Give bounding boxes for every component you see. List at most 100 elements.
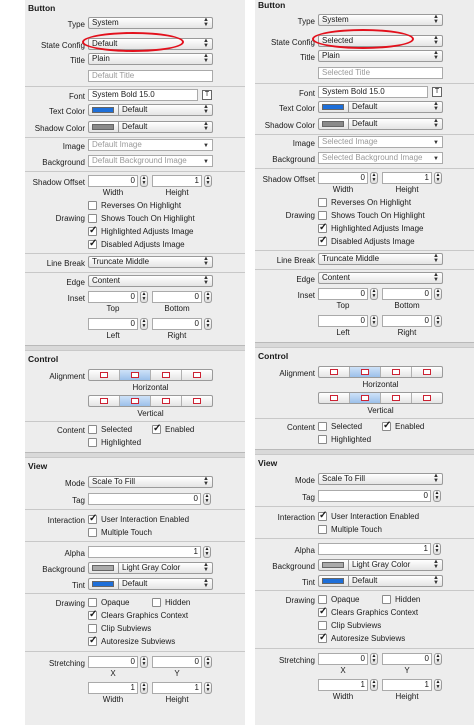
inset-left-field[interactable]: 0 — [88, 318, 138, 330]
shows-touch-on-highlight-checkbox[interactable] — [318, 211, 327, 220]
inset-right-field-stepper[interactable]: ▲ ▼ — [204, 318, 212, 330]
vertical-alignment-segmented-option[interactable] — [319, 393, 350, 403]
image-combo[interactable]: Selected Image ▼ — [318, 136, 443, 148]
stretch-x-field[interactable]: 0 — [88, 656, 138, 668]
edge-popup[interactable]: Content ▲ ▼ — [318, 272, 443, 284]
multiple-touch-checkbox[interactable] — [318, 525, 327, 534]
tint-popup[interactable]: Default ▲ ▼ — [318, 575, 443, 587]
hidden-checkbox[interactable] — [382, 595, 391, 604]
text-color-popup[interactable]: Default ▲ ▼ — [318, 101, 443, 113]
background-combo[interactable]: Selected Background Image ▼ — [318, 152, 443, 164]
vertical-alignment-segmented[interactable] — [88, 395, 213, 407]
stretch-width-field-stepper[interactable]: ▲ ▼ — [370, 679, 378, 691]
selected-checkbox[interactable] — [88, 425, 97, 434]
view-background-popup[interactable]: Light Gray Color ▲ ▼ — [318, 559, 443, 571]
mode-popup[interactable]: Scale To Fill ▲ ▼ — [318, 473, 443, 485]
tag-field[interactable]: 0 — [88, 493, 201, 505]
highlighted-checkbox[interactable] — [318, 435, 327, 444]
font-picker-icon[interactable]: T — [202, 90, 212, 100]
inset-top-field-stepper[interactable]: ▲ ▼ — [370, 288, 378, 300]
disabled-adjusts-image-checkbox[interactable] — [88, 238, 97, 249]
horizontal-alignment-segmented-option[interactable] — [89, 370, 120, 380]
vertical-alignment-segmented-option[interactable] — [381, 393, 412, 403]
alpha-field[interactable]: 1 — [318, 543, 431, 555]
title-popup[interactable]: Plain ▲ ▼ — [88, 53, 213, 65]
shadow-color-popup[interactable]: Default ▲ ▼ — [318, 118, 443, 130]
line-break-popup[interactable]: Truncate Middle ▲ ▼ — [88, 256, 213, 268]
shadow-width-field-stepper[interactable]: ▲ ▼ — [140, 175, 148, 187]
stretch-width-field[interactable]: 1 — [88, 682, 138, 694]
stretch-width-field[interactable]: 1 — [318, 679, 368, 691]
shadow-height-field-stepper[interactable]: ▲ ▼ — [434, 172, 442, 184]
highlighted-adjusts-image-checkbox[interactable] — [318, 222, 327, 233]
horizontal-alignment-segmented[interactable] — [88, 369, 213, 381]
stretch-height-field[interactable]: 1 — [152, 682, 202, 694]
font-picker-icon[interactable]: T — [432, 87, 442, 97]
horizontal-alignment-segmented[interactable] — [318, 366, 443, 378]
user-interaction-enabled-checkbox[interactable] — [318, 510, 327, 521]
view-background-popup[interactable]: Light Gray Color ▲ ▼ — [88, 562, 213, 574]
enabled-checkbox[interactable] — [152, 423, 161, 434]
stretch-x-field-stepper[interactable]: ▲ ▼ — [370, 653, 378, 665]
highlighted-adjusts-image-checkbox[interactable] — [88, 225, 97, 236]
vertical-alignment-segmented[interactable] — [318, 392, 443, 404]
stretch-height-field-stepper[interactable]: ▲ ▼ — [434, 679, 442, 691]
inset-right-field[interactable]: 0 — [152, 318, 202, 330]
opaque-checkbox[interactable] — [88, 598, 97, 607]
alpha-field-stepper[interactable]: ▲ ▼ — [203, 546, 211, 558]
text-color-popup[interactable]: Default ▲ ▼ — [88, 104, 213, 116]
stretch-x-field-stepper[interactable]: ▲ ▼ — [140, 656, 148, 668]
title-popup[interactable]: Plain ▲ ▼ — [318, 50, 443, 62]
inset-top-field[interactable]: 0 — [88, 291, 138, 303]
shows-touch-on-highlight-checkbox[interactable] — [88, 214, 97, 223]
inset-bottom-field[interactable]: 0 — [382, 288, 432, 300]
type-popup[interactable]: System ▲ ▼ — [88, 17, 213, 29]
stretch-y-field[interactable]: 0 — [152, 656, 202, 668]
edge-popup[interactable]: Content ▲ ▼ — [88, 275, 213, 287]
vertical-alignment-segmented-option[interactable] — [412, 393, 442, 403]
inset-left-field-stepper[interactable]: ▲ ▼ — [370, 315, 378, 327]
stretch-width-field-stepper[interactable]: ▲ ▼ — [140, 682, 148, 694]
tag-field-stepper[interactable]: ▲ ▼ — [433, 490, 441, 502]
reverses-on-highlight-checkbox[interactable] — [318, 198, 327, 207]
shadow-height-field-stepper[interactable]: ▲ ▼ — [204, 175, 212, 187]
enabled-checkbox[interactable] — [382, 420, 391, 431]
horizontal-alignment-segmented-option[interactable] — [412, 367, 442, 377]
selected-checkbox[interactable] — [318, 422, 327, 431]
inset-bottom-field-stepper[interactable]: ▲ ▼ — [434, 288, 442, 300]
stretch-height-field[interactable]: 1 — [382, 679, 432, 691]
stretch-y-field[interactable]: 0 — [382, 653, 432, 665]
image-combo[interactable]: Default Image ▼ — [88, 139, 213, 151]
vertical-alignment-segmented-option[interactable] — [89, 396, 120, 406]
inset-bottom-field[interactable]: 0 — [152, 291, 202, 303]
shadow-width-field-stepper[interactable]: ▲ ▼ — [370, 172, 378, 184]
horizontal-alignment-segmented-option[interactable] — [120, 370, 151, 380]
inset-top-field-stepper[interactable]: ▲ ▼ — [140, 291, 148, 303]
multiple-touch-checkbox[interactable] — [88, 528, 97, 537]
type-popup[interactable]: System ▲ ▼ — [318, 14, 443, 26]
inset-bottom-field-stepper[interactable]: ▲ ▼ — [204, 291, 212, 303]
shadow-color-popup[interactable]: Default ▲ ▼ — [88, 121, 213, 133]
alpha-field[interactable]: 1 — [88, 546, 201, 558]
highlighted-checkbox[interactable] — [88, 438, 97, 447]
tag-field-stepper[interactable]: ▲ ▼ — [203, 493, 211, 505]
autoresize-subviews-checkbox[interactable] — [318, 632, 327, 643]
inset-top-field[interactable]: 0 — [318, 288, 368, 300]
opaque-checkbox[interactable] — [318, 595, 327, 604]
hidden-checkbox[interactable] — [152, 598, 161, 607]
shadow-width-field[interactable]: 0 — [318, 172, 368, 184]
font-field[interactable]: System Bold 15.0 — [318, 86, 428, 98]
inset-left-field-stepper[interactable]: ▲ ▼ — [140, 318, 148, 330]
stretch-height-field-stepper[interactable]: ▲ ▼ — [204, 682, 212, 694]
stretch-y-field-stepper[interactable]: ▲ ▼ — [434, 653, 442, 665]
autoresize-subviews-checkbox[interactable] — [88, 635, 97, 646]
clip-subviews-checkbox[interactable] — [318, 621, 327, 630]
vertical-alignment-segmented-option[interactable] — [120, 396, 151, 406]
horizontal-alignment-segmented-option[interactable] — [319, 367, 350, 377]
shadow-height-field[interactable]: 1 — [382, 172, 432, 184]
horizontal-alignment-segmented-option[interactable] — [182, 370, 212, 380]
shadow-width-field[interactable]: 0 — [88, 175, 138, 187]
vertical-alignment-segmented-option[interactable] — [151, 396, 182, 406]
mode-popup[interactable]: Scale To Fill ▲ ▼ — [88, 476, 213, 488]
font-field[interactable]: System Bold 15.0 — [88, 89, 198, 101]
